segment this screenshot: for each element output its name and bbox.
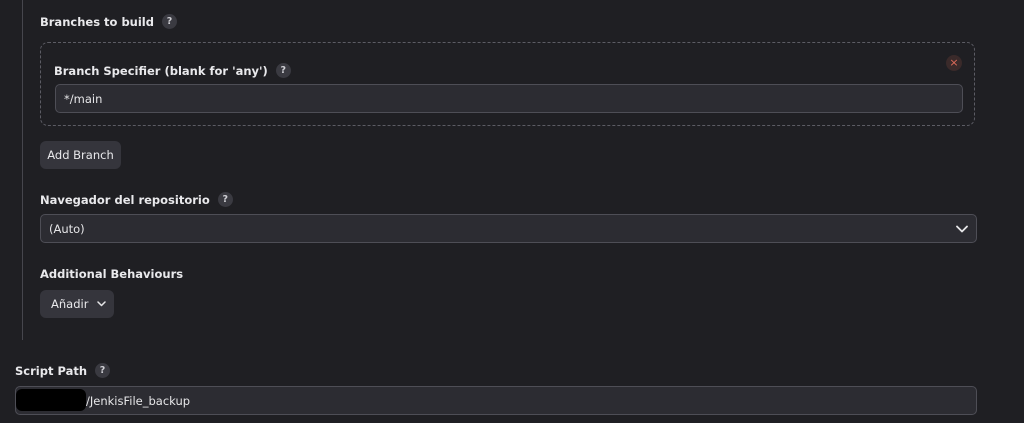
script-path-label: Script Path ? (15, 363, 111, 378)
add-behaviour-label: Añadir (51, 297, 89, 311)
chevron-down-icon (956, 222, 968, 236)
help-icon[interactable]: ? (95, 363, 111, 378)
help-icon[interactable]: ? (275, 63, 291, 78)
redaction-mark (16, 389, 86, 411)
add-behaviour-button[interactable]: Añadir (40, 290, 114, 318)
help-icon[interactable]: ? (217, 192, 233, 207)
repo-browser-label: Navegador del repositorio ? (40, 192, 233, 207)
close-icon[interactable]: × (946, 55, 962, 71)
script-path-title: Script Path (15, 363, 88, 378)
branches-to-build-label: Branches to build ? (40, 14, 177, 29)
scm-config-panel: Branches to build ? × Branch Specifier (… (0, 0, 1024, 423)
add-branch-button[interactable]: Add Branch (40, 141, 121, 169)
chevron-down-icon (97, 301, 107, 307)
repo-browser-selected: (Auto) (49, 221, 85, 236)
script-path-input[interactable] (15, 386, 977, 415)
repo-browser-title: Navegador del repositorio (40, 192, 210, 207)
additional-behaviours-title: Additional Behaviours (40, 267, 184, 281)
help-icon[interactable]: ? (161, 14, 177, 29)
repo-browser-select[interactable]: (Auto) (40, 214, 977, 243)
branches-to-build-title: Branches to build (40, 14, 154, 29)
additional-behaviours-label: Additional Behaviours (40, 267, 183, 281)
branch-specifier-label: Branch Specifier (blank for 'any') ? (54, 63, 291, 78)
section-divider (22, 0, 23, 340)
branch-specifier-title: Branch Specifier (blank for 'any') (54, 63, 268, 78)
branch-specifier-input[interactable] (55, 84, 963, 113)
